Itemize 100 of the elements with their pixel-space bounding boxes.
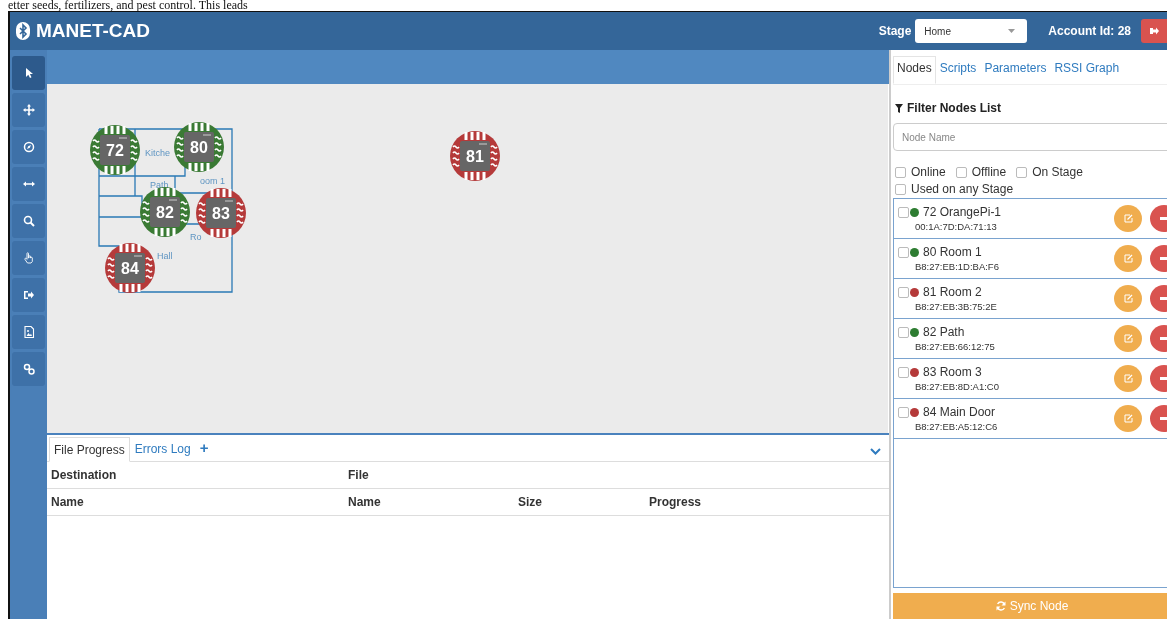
mac-address: B8:27:EB:3B:75:2E <box>914 301 998 312</box>
table-header: File <box>348 468 369 482</box>
bluetooth-icon <box>16 22 30 40</box>
room-label: oom 1 <box>200 176 225 186</box>
checkbox[interactable] <box>898 366 909 378</box>
node-list-item[interactable]: 72 OrangePi-1 00:1A:7D:DA:71:13 <box>894 199 1167 239</box>
checkbox-label: On Stage <box>1032 165 1083 179</box>
stage-label: Stage <box>878 24 912 38</box>
refresh-icon <box>995 601 1006 611</box>
mac-address: B8:27:EB:1D:BA:F6 <box>914 261 1000 272</box>
checkbox[interactable] <box>898 206 909 218</box>
minus-icon <box>1159 297 1167 300</box>
edit-icon <box>1123 254 1133 263</box>
sign-out-icon <box>22 289 35 301</box>
edit-icon <box>1123 374 1133 383</box>
node-name: 80 Room 1 <box>923 245 982 259</box>
checkbox[interactable] <box>895 166 906 178</box>
panel-tab[interactable]: Parameters <box>980 56 1051 84</box>
add-tab-button[interactable]: + <box>195 440 213 461</box>
room-label: Ro <box>190 232 202 242</box>
document-text: etter seeds, fertilizers, and pest control. This leads <box>7 0 249 11</box>
room-label: Kitche <box>145 148 170 158</box>
room-label: Hall <box>157 251 173 261</box>
logout-button[interactable] <box>1141 19 1167 43</box>
link-icon <box>22 363 35 375</box>
checkbox[interactable] <box>898 246 909 258</box>
mac-address: B8:27:EB:66:12:75 <box>914 341 996 352</box>
image-file-icon <box>22 326 35 338</box>
node-name-field[interactable]: Node Name <box>893 123 1167 151</box>
column-header: Name <box>51 495 85 509</box>
checkbox[interactable] <box>898 326 909 338</box>
move-icon <box>22 104 35 116</box>
chevron-down-icon[interactable] <box>870 448 881 455</box>
panel-tab[interactable]: File Progress <box>49 437 130 462</box>
tool-button[interactable] <box>12 315 45 349</box>
node-list-item[interactable]: 83 Room 3 B8:27:EB:8D:A1:C0 <box>894 359 1167 399</box>
edit-icon <box>1123 214 1133 223</box>
node-name: 84 Main Door <box>923 405 996 419</box>
filter-title: Filter Nodes List <box>907 101 1001 115</box>
node-marker[interactable] <box>90 125 140 175</box>
node-marker[interactable] <box>450 131 500 181</box>
tool-button[interactable] <box>12 93 45 127</box>
mac-address: B8:27:EB:A5:12:C6 <box>914 421 999 432</box>
node-name: 72 OrangePi-1 <box>923 205 1002 219</box>
minus-icon <box>1159 217 1167 220</box>
column-header: Name <box>348 495 382 509</box>
table-header: Destination <box>51 468 118 482</box>
checkbox[interactable] <box>898 406 909 418</box>
tool-button[interactable] <box>12 130 45 164</box>
checkbox[interactable] <box>1016 166 1028 178</box>
search-icon <box>22 215 35 227</box>
edit-icon <box>1123 294 1133 303</box>
minus-icon <box>1159 417 1167 420</box>
panel-tab[interactable]: RSSI Graph <box>1050 56 1124 84</box>
tool-button[interactable] <box>12 204 45 238</box>
mac-address: 00:1A:7D:DA:71:13 <box>914 221 998 232</box>
panel-tab[interactable]: Errors Log <box>129 436 196 461</box>
app-title: MANET-CAD <box>36 20 150 42</box>
account-id: Account Id: 28 <box>1048 24 1131 38</box>
node-name: 81 Room 2 <box>923 285 982 299</box>
stage-select[interactable]: Home <box>915 19 1028 43</box>
node-list-item[interactable]: 84 Main Door B8:27:EB:A5:12:C6 <box>894 399 1167 439</box>
edit-icon <box>1123 334 1133 343</box>
tool-button[interactable] <box>12 352 45 386</box>
checkbox[interactable] <box>895 183 906 195</box>
tool-button[interactable] <box>12 167 45 201</box>
sign-out-icon <box>1149 27 1159 35</box>
node-marker[interactable] <box>105 243 155 293</box>
node-number: 80 <box>190 139 208 156</box>
node-number: 83 <box>212 205 230 222</box>
minus-icon <box>1159 337 1167 340</box>
mac-address: B8:27:EB:8D:A1:C0 <box>914 381 1000 392</box>
column-header: Size <box>518 495 543 509</box>
filter-icon <box>895 103 903 113</box>
node-name: 83 Room 3 <box>923 365 982 379</box>
node-list-item[interactable]: 82 Path B8:27:EB:66:12:75 <box>894 319 1167 359</box>
node-number: 72 <box>106 142 124 159</box>
node-number: 81 <box>466 148 484 165</box>
node-name: 82 Path <box>923 325 965 339</box>
hand-icon <box>22 252 35 264</box>
checkbox[interactable] <box>898 286 909 298</box>
tool-button[interactable] <box>12 56 45 90</box>
checkbox[interactable] <box>955 166 967 178</box>
room-label: Path <box>150 180 169 190</box>
checkbox-label: Offline <box>971 165 1007 179</box>
node-list-item[interactable]: 80 Room 1 B8:27:EB:1D:BA:F6 <box>894 239 1167 279</box>
panel-tab[interactable]: Nodes <box>893 56 936 84</box>
tool-button[interactable] <box>12 278 45 312</box>
caret-icon <box>1008 29 1016 33</box>
panel-tab[interactable]: Scripts <box>935 56 981 84</box>
column-header: Progress <box>649 495 702 509</box>
edit-icon <box>1123 414 1133 423</box>
node-number: 84 <box>121 260 139 277</box>
node-marker[interactable] <box>140 187 190 237</box>
minus-icon <box>1159 377 1167 380</box>
checkbox-label: Used on any Stage <box>911 182 1014 196</box>
checkbox-label: Online <box>911 165 946 179</box>
node-list-item[interactable]: 81 Room 2 B8:27:EB:3B:75:2E <box>894 279 1167 319</box>
compass-icon <box>22 141 35 153</box>
node-marker[interactable] <box>174 122 224 172</box>
